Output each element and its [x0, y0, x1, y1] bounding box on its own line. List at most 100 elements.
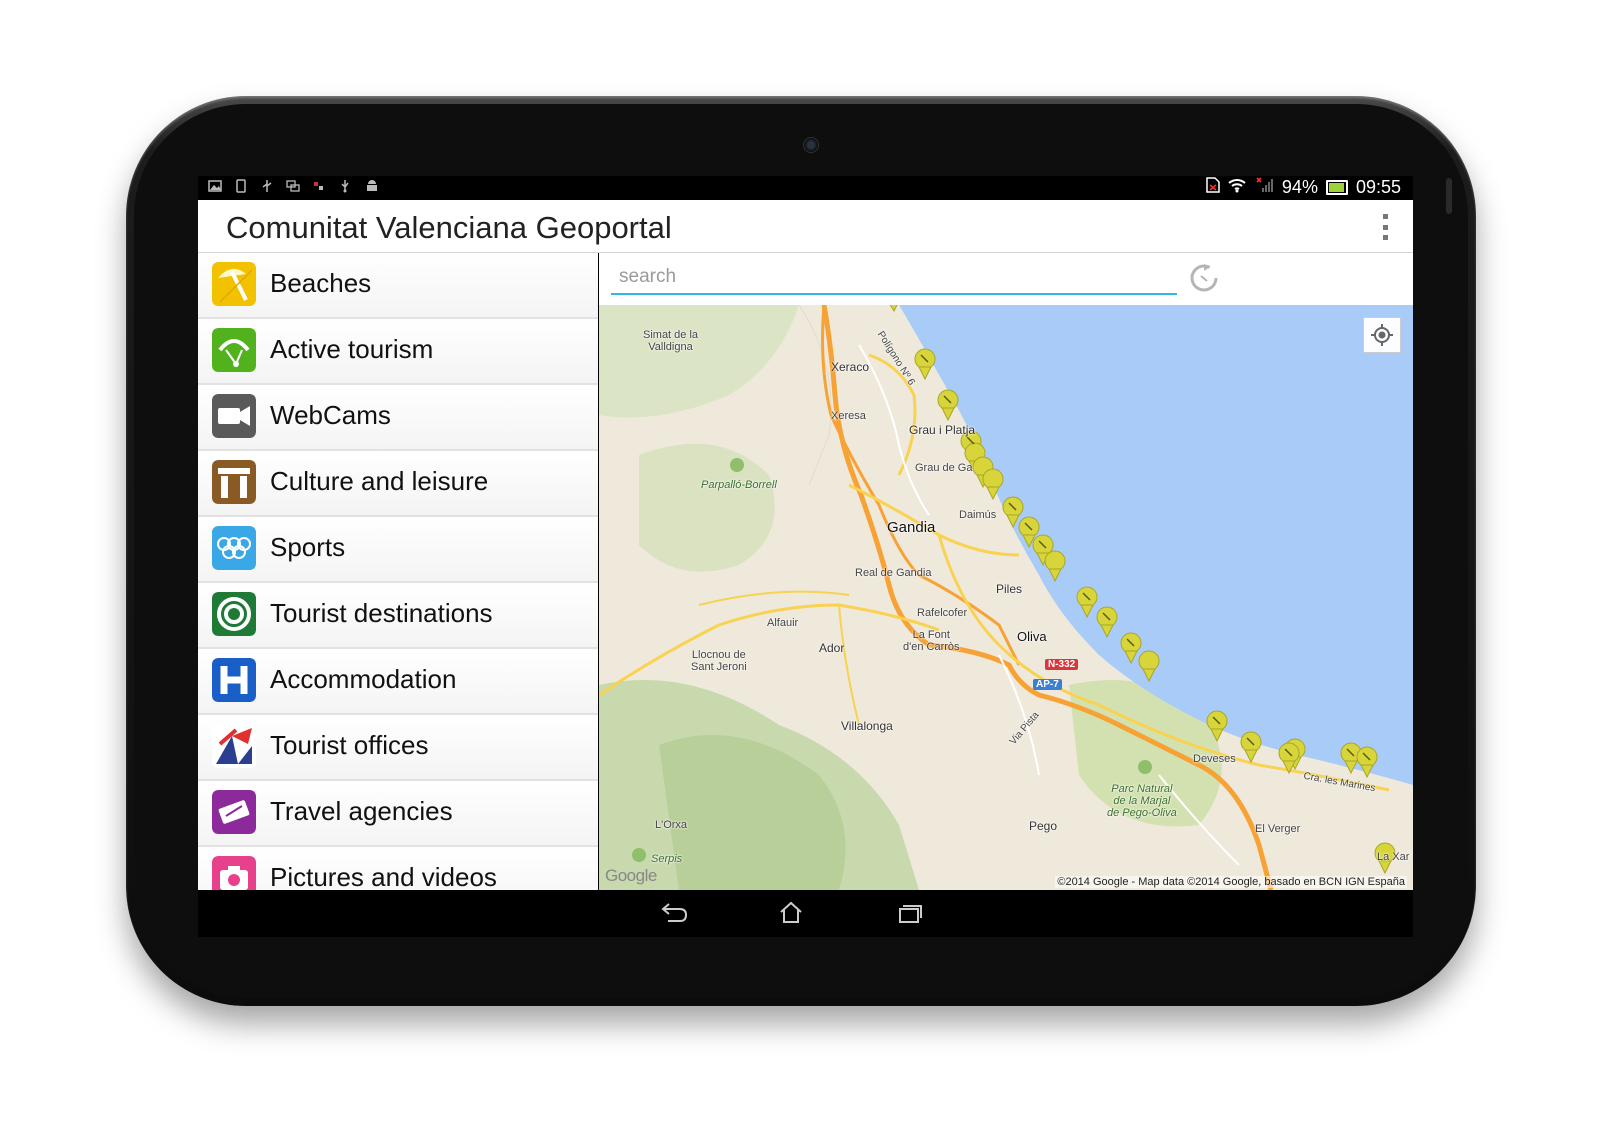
- destination-target-icon: [212, 592, 256, 636]
- monument-arch-icon: [212, 460, 256, 504]
- back-button[interactable]: [656, 900, 690, 926]
- place-label: Villalonga: [841, 719, 893, 733]
- navigation-bar: [198, 890, 1413, 937]
- screens-notification-icon: [286, 179, 300, 193]
- place-label: Piles: [996, 582, 1023, 596]
- device-screen: 94% 09:55 Comunitat Valenciana Geoportal…: [198, 176, 1413, 937]
- place-label: Rafelcofer: [917, 607, 968, 619]
- paraglider-icon: [212, 328, 256, 372]
- menu-item-pictures-videos[interactable]: Pictures and videos: [198, 847, 598, 890]
- menu-item-tourist-offices[interactable]: Tourist offices: [198, 715, 598, 781]
- usb-debug-icon: [260, 179, 274, 193]
- signal-icon: [1254, 177, 1274, 198]
- menu-item-accommodation[interactable]: Accommodation: [198, 649, 598, 715]
- app-notification-icon: [312, 179, 326, 193]
- home-icon: [780, 901, 802, 923]
- menu-label: WebCams: [270, 400, 391, 430]
- search-bar: [599, 253, 1413, 305]
- place-label: La Xar: [1377, 851, 1410, 863]
- overflow-dot: [1382, 214, 1388, 219]
- clock: 09:55: [1355, 177, 1401, 197]
- place-label: Parc Natural de la Marjal de Pego-Oliva: [1107, 783, 1177, 819]
- menu-label: Pictures and videos: [270, 862, 497, 890]
- overflow-dot: [1382, 235, 1388, 240]
- menu-item-beaches[interactable]: Beaches: [198, 253, 598, 319]
- place-label: L'Orxa: [655, 819, 688, 831]
- menu-item-webcams[interactable]: WebCams: [198, 385, 598, 451]
- place-label: Parpalló-Borrell: [701, 479, 777, 491]
- place-label: Daimús: [959, 509, 997, 521]
- system-status: 94% 09:55: [1206, 177, 1401, 198]
- my-location-button[interactable]: [1363, 317, 1401, 353]
- side-button: [1446, 178, 1452, 214]
- place-label: Serpis: [651, 853, 683, 865]
- webcam-icon: [212, 394, 256, 438]
- map-canvas: [599, 305, 1413, 890]
- place-label: Pego: [1029, 819, 1058, 833]
- camera-icon: [212, 856, 256, 890]
- place-label: Llocnou de Sant Jeroni: [691, 649, 747, 673]
- menu-item-tourist-destinations[interactable]: Tourist destinations: [198, 583, 598, 649]
- menu-label: Tourist offices: [270, 730, 429, 760]
- menu-label: Sports: [270, 532, 346, 562]
- gallery-notification-icon: [208, 179, 222, 193]
- status-bar: 94% 09:55: [198, 176, 1413, 200]
- sim-missing-icon: [1206, 177, 1220, 198]
- beach-umbrella-icon: [212, 262, 256, 306]
- back-icon: [661, 903, 688, 922]
- front-camera: [803, 137, 819, 153]
- menu-item-culture-leisure[interactable]: Culture and leisure: [198, 451, 598, 517]
- notification-icons: [208, 179, 378, 193]
- place-label: Simat de la Valldigna: [643, 329, 699, 353]
- road-badge-ap7: AP-7: [1033, 679, 1062, 690]
- battery-icon: [1325, 180, 1348, 195]
- search-input[interactable]: [611, 261, 1177, 295]
- menu-label: Active tourism: [270, 334, 434, 364]
- map-view[interactable]: Simat de la Valldigna Xeraco Xeresa Polí…: [599, 305, 1413, 890]
- map-panel: Simat de la Valldigna Xeraco Xeresa Polí…: [599, 253, 1413, 890]
- my-location-icon: [1371, 324, 1393, 346]
- menu-label: Tourist destinations: [270, 598, 493, 628]
- place-label: El Verger: [1255, 823, 1301, 835]
- place-label: Grau i Platja: [909, 423, 976, 437]
- travel-agency-icon: [212, 790, 256, 834]
- olympic-rings-icon: [212, 526, 256, 570]
- place-label: La Font d'en Carròs: [903, 629, 960, 653]
- menu-label: Travel agencies: [270, 796, 453, 826]
- refresh-icon: [1190, 264, 1218, 292]
- menu-label: Culture and leisure: [270, 466, 489, 496]
- place-label: Ador: [819, 641, 845, 655]
- overflow-dot: [1382, 224, 1388, 230]
- place-label: Deveses: [1193, 753, 1236, 765]
- menu-item-active-tourism[interactable]: Active tourism: [198, 319, 598, 385]
- place-label: Alfauir: [767, 617, 799, 629]
- menu-item-sports[interactable]: Sports: [198, 517, 598, 583]
- refresh-button[interactable]: [1187, 261, 1221, 295]
- google-logo: Google: [605, 866, 657, 885]
- wifi-icon: [1228, 177, 1246, 198]
- tourist-office-icon: [212, 724, 256, 768]
- place-label: Grau de Ga: [915, 462, 973, 474]
- phone-notification-icon: [234, 179, 248, 193]
- place-label: Xeraco: [831, 360, 870, 374]
- action-bar: Comunitat Valenciana Geoportal: [198, 200, 1413, 253]
- app-title: Comunitat Valenciana Geoportal: [226, 210, 672, 245]
- place-label: Gandia: [887, 519, 936, 536]
- menu-item-travel-agencies[interactable]: Travel agencies: [198, 781, 598, 847]
- usb-icon: [338, 179, 352, 193]
- hotel-h-icon: [212, 658, 256, 702]
- android-icon: [364, 179, 378, 193]
- menu-label: Accommodation: [270, 664, 457, 694]
- menu-label: Beaches: [270, 268, 372, 298]
- category-menu: Beaches Active tourism WebCams Culture a…: [198, 253, 598, 890]
- overflow-menu-button[interactable]: [1379, 214, 1391, 240]
- place-label: Oliva: [1017, 629, 1047, 644]
- place-label: Xeresa: [831, 410, 866, 422]
- road-badge-n332: N-332: [1045, 659, 1079, 670]
- recent-apps-icon: [899, 905, 922, 923]
- battery-percent: 94%: [1281, 177, 1318, 197]
- map-copyright: ©2014 Google - Map data ©2014 Google, ba…: [1055, 876, 1407, 888]
- home-button[interactable]: [774, 900, 808, 926]
- place-label: Real de Gandia: [855, 567, 932, 579]
- recent-apps-button[interactable]: [892, 900, 926, 926]
